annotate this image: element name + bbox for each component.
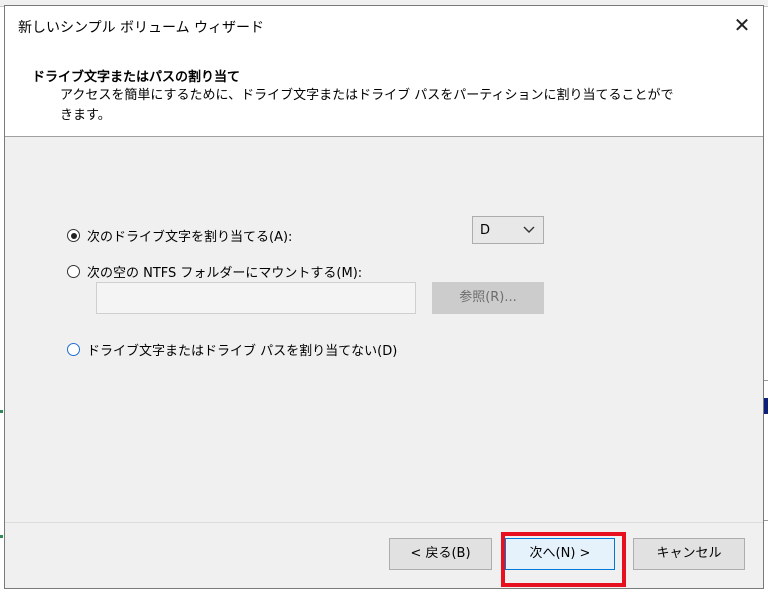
radio-mount-folder-label: 次の空の NTFS フォルダーにマウントする(M): [87,266,363,281]
radio-assign-letter-label: 次のドライブ文字を割り当てる(A): [87,230,293,245]
radio-assign-letter[interactable]: 次のドライブ文字を割り当てる(A): [67,226,292,245]
radio-indicator[interactable] [67,265,80,278]
radio-indicator[interactable] [67,229,80,242]
dialog-title: 新しいシンプル ボリューム ウィザード [18,20,265,36]
radio-no-assign-label: ドライブ文字またはドライブ パスを割り当てない(D) [87,344,398,359]
back-button[interactable]: < 戻る(B) [389,538,492,570]
radio-mount-folder[interactable]: 次の空の NTFS フォルダーにマウントする(M): [67,262,362,281]
drive-letter-value: D [480,223,491,238]
drive-letter-select[interactable]: D [472,216,544,244]
header-description: アクセスを簡単にするために、ドライブ文字またはドライブ パスをパーティションに割… [60,88,674,123]
title-bar: 新しいシンプル ボリューム ウィザード ✕ [5,6,763,44]
radio-indicator[interactable] [67,343,80,356]
folder-path-input[interactable] [96,282,416,314]
header-title: ドライブ文字またはパスの割り当て [32,70,241,85]
wizard-dialog: 新しいシンプル ボリューム ウィザード ✕ ドライブ文字またはパスの割り当て ア… [4,5,764,589]
close-icon: ✕ [733,13,751,37]
highlight-box [501,532,626,587]
footer-divider [5,522,763,523]
chevron-down-icon [523,226,535,233]
wizard-header: ドライブ文字またはパスの割り当て アクセスを簡単にするために、ドライブ文字または… [5,44,763,137]
radio-no-assign[interactable]: ドライブ文字またはドライブ パスを割り当てない(D) [67,340,397,359]
close-button[interactable]: ✕ [727,10,757,40]
browse-button[interactable]: 参照(R)... [432,282,544,314]
cancel-button[interactable]: キャンセル [633,538,745,570]
